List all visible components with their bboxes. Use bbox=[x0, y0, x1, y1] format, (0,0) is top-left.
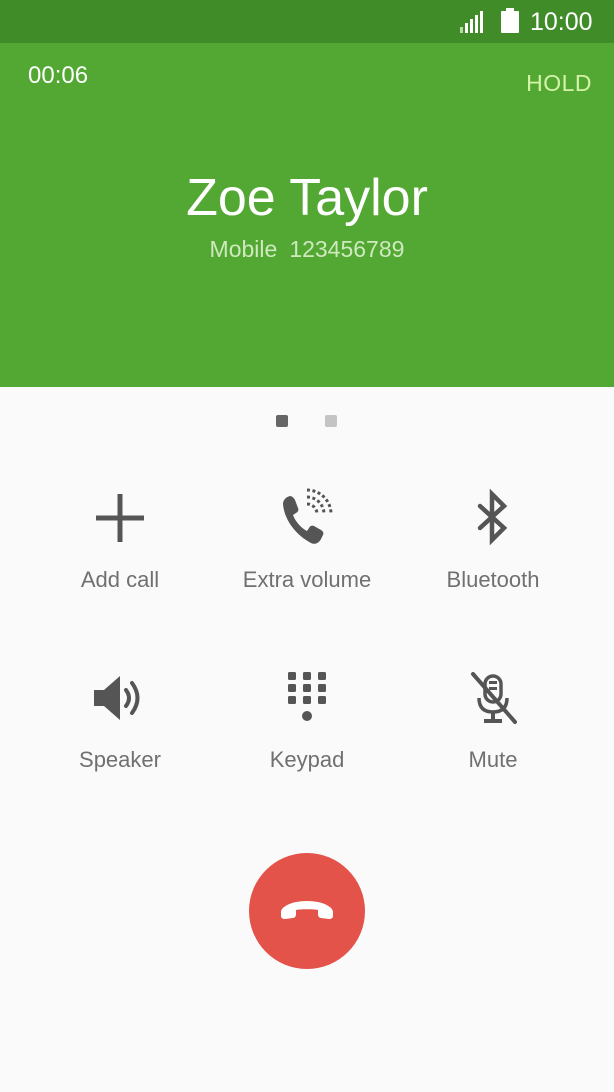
keypad-icon bbox=[288, 672, 326, 721]
caller-name: Zoe Taylor bbox=[186, 169, 428, 227]
extra-volume-label: Extra volume bbox=[242, 567, 372, 592]
call-header: 00:06 HOLD Zoe Taylor Mobile 123456789 bbox=[0, 43, 614, 387]
battery-icon bbox=[501, 8, 519, 33]
speaker-icon bbox=[94, 676, 140, 720]
mute-icon bbox=[471, 672, 517, 724]
mute-button[interactable]: Mute bbox=[393, 668, 593, 778]
end-call-button[interactable] bbox=[249, 853, 365, 969]
page-dot-inactive[interactable] bbox=[325, 415, 337, 427]
number-type: Mobile bbox=[209, 236, 278, 262]
speaker-label: Speaker bbox=[79, 747, 161, 772]
keypad-label: Keypad bbox=[269, 747, 345, 772]
page-indicator bbox=[0, 415, 614, 427]
page-dot-active[interactable] bbox=[276, 415, 288, 427]
hold-button[interactable]: HOLD bbox=[526, 69, 592, 97]
status-bar: 10:00 bbox=[0, 0, 614, 43]
mute-label: Mute bbox=[468, 747, 518, 772]
keypad-button[interactable]: Keypad bbox=[207, 668, 407, 778]
bluetooth-label: Bluetooth bbox=[446, 567, 540, 592]
bluetooth-button[interactable]: Bluetooth bbox=[393, 488, 593, 598]
speaker-button[interactable]: Speaker bbox=[20, 668, 220, 778]
signal-icon bbox=[460, 11, 483, 33]
caller-number-line: Mobile 123456789 bbox=[0, 235, 614, 263]
status-clock: 10:00 bbox=[530, 8, 593, 36]
end-call-icon bbox=[281, 901, 333, 919]
add-call-label: Add call bbox=[80, 567, 160, 592]
add-call-button[interactable]: Add call bbox=[20, 488, 220, 598]
extra-volume-button[interactable]: Extra volume bbox=[207, 488, 407, 598]
phone-number: 123456789 bbox=[289, 236, 405, 262]
extra-volume-icon bbox=[283, 488, 333, 544]
call-timer: 00:06 bbox=[28, 62, 89, 89]
bluetooth-icon bbox=[477, 488, 508, 546]
plus-icon bbox=[96, 494, 144, 542]
